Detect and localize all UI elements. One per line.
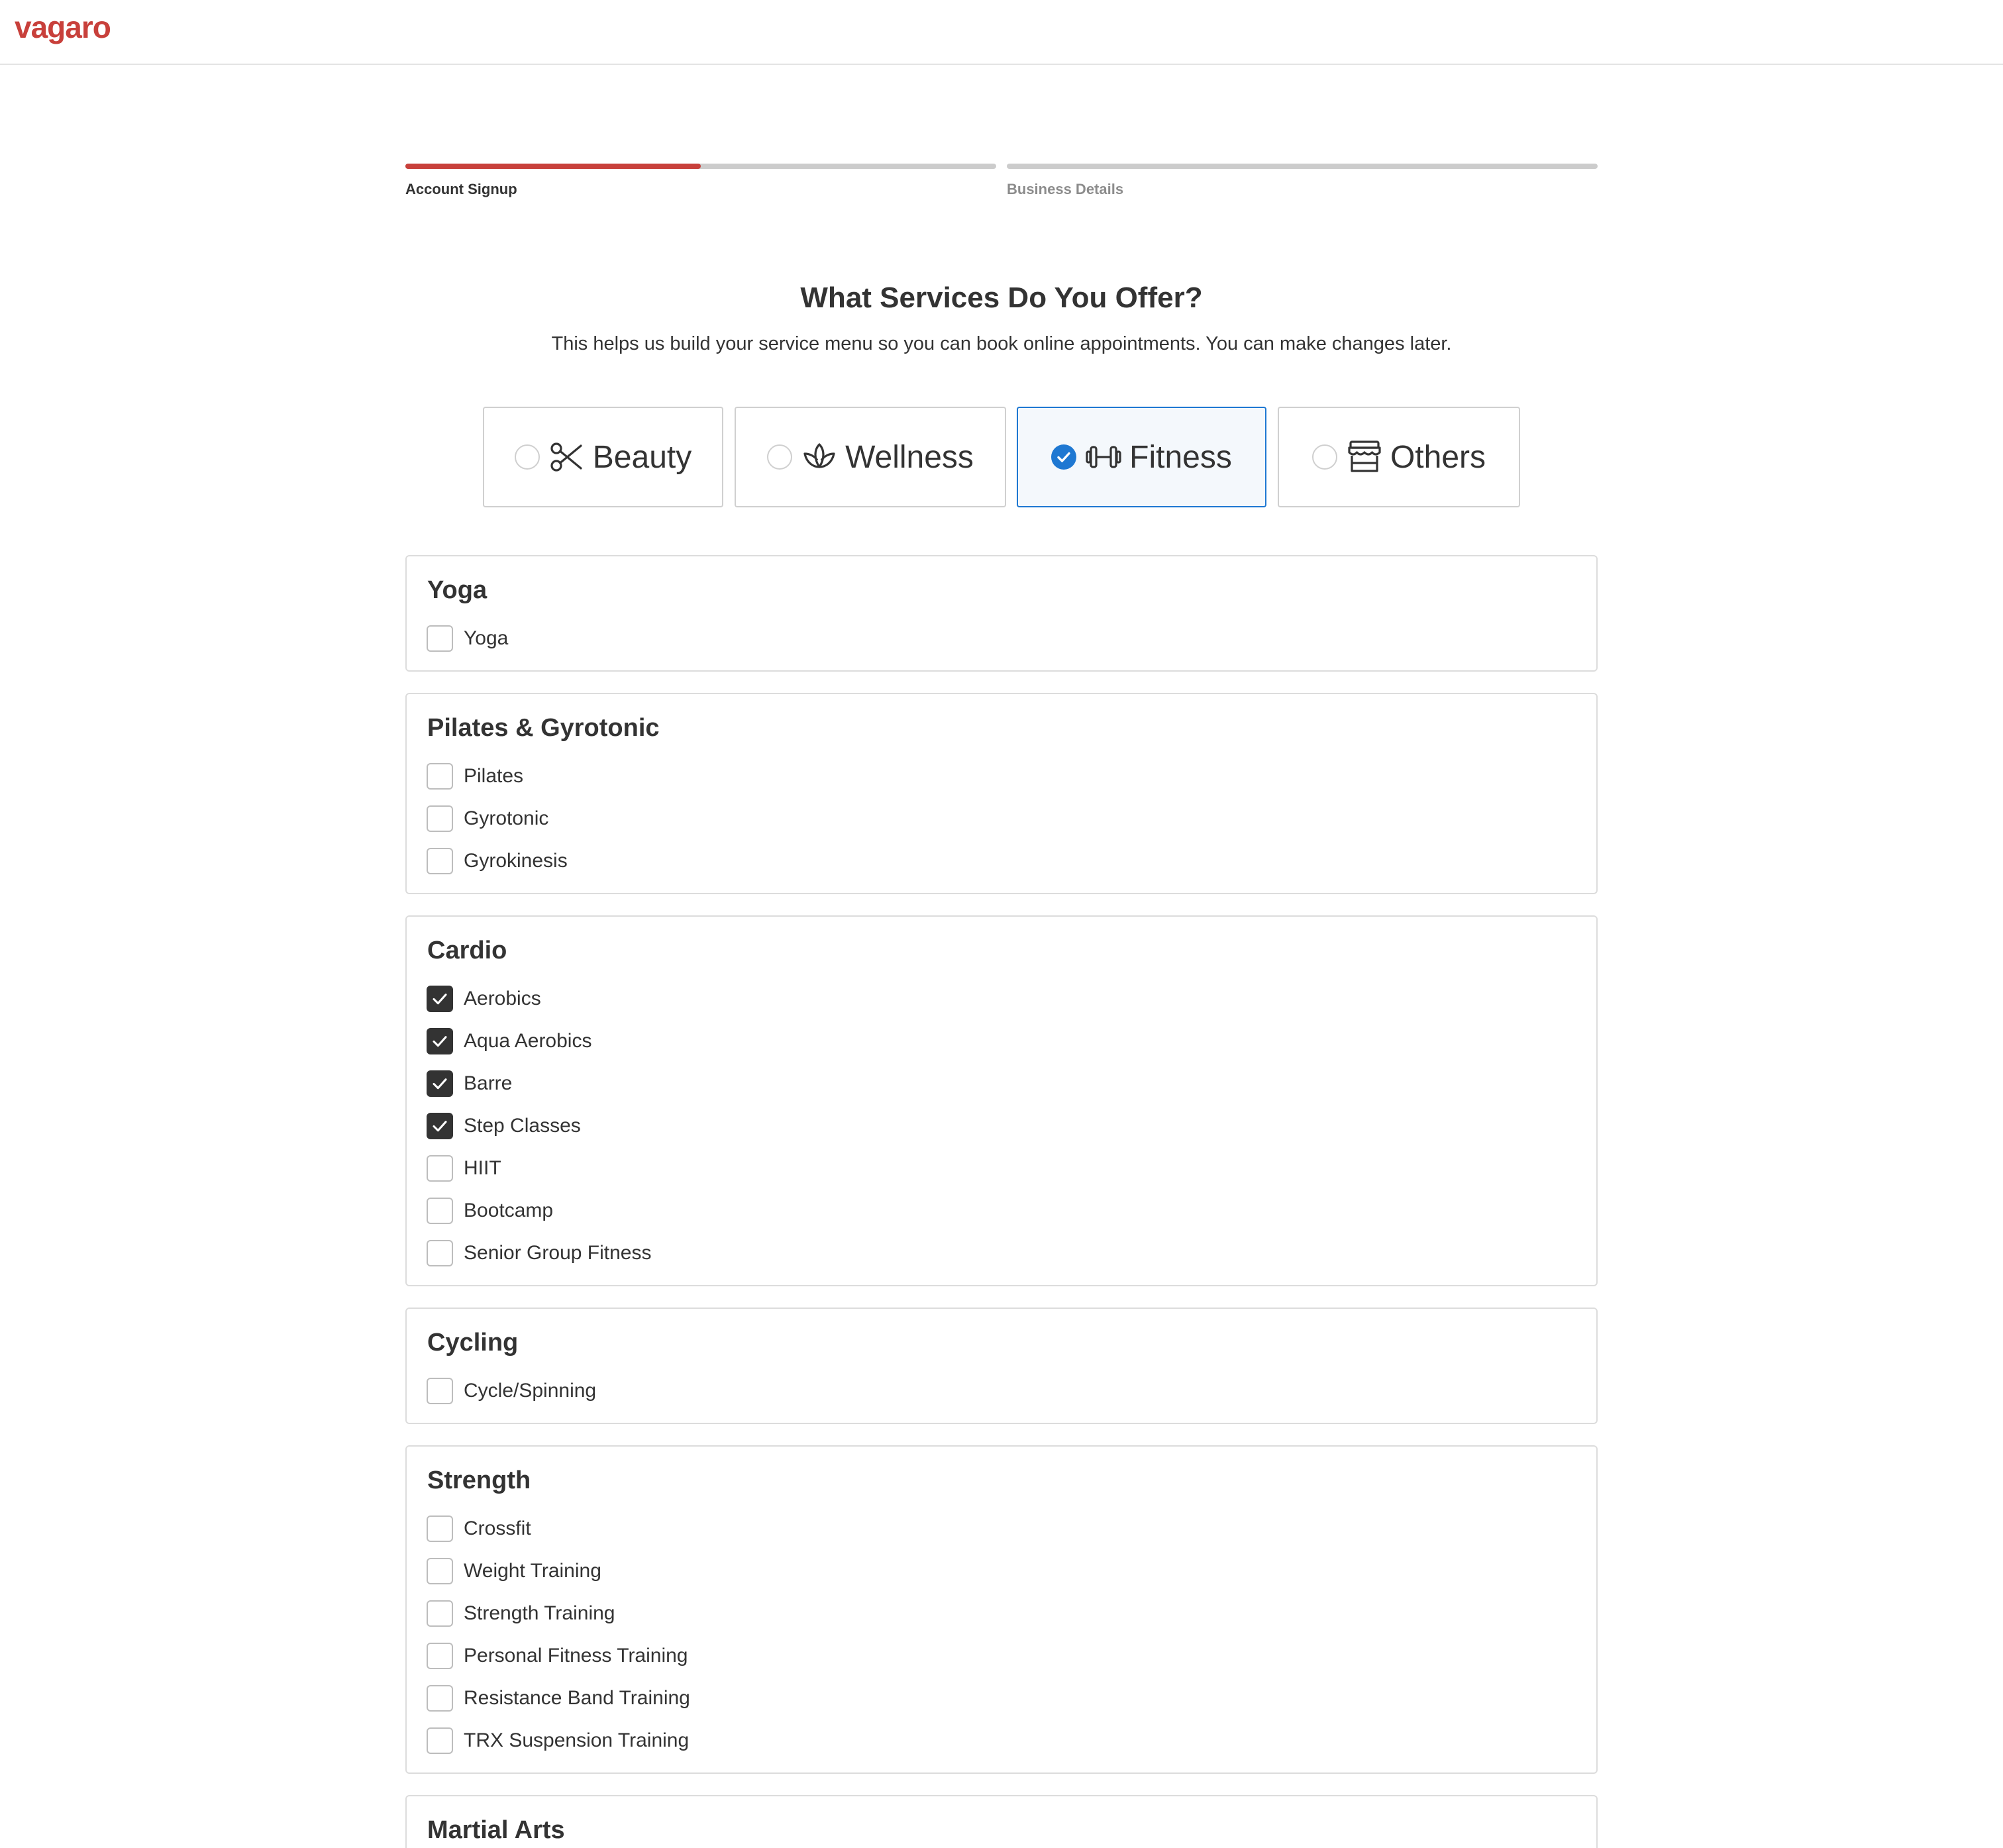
service-option[interactable]: Strength Training	[427, 1600, 615, 1627]
checkmark-icon	[433, 1078, 447, 1090]
option-label: Gyrokinesis	[464, 850, 568, 872]
progress-step-account-signup: Account Signup	[405, 164, 996, 203]
service-option[interactable]: Barre	[427, 1070, 512, 1097]
progress-fill	[405, 164, 701, 169]
vagaro-logo[interactable]: vagaro	[15, 9, 111, 45]
service-option[interactable]: Bootcamp	[427, 1198, 553, 1224]
option-label: Personal Fitness Training	[464, 1645, 688, 1667]
option-label: Aerobics	[464, 988, 541, 1009]
option-label: Resistance Band Training	[464, 1687, 690, 1709]
service-group-yoga: Yoga Yoga	[405, 555, 1598, 672]
checkbox[interactable]	[427, 1558, 453, 1584]
option-label: Yoga	[464, 627, 509, 649]
service-option[interactable]: Personal Fitness Training	[427, 1643, 688, 1669]
option-label: Aqua Aerobics	[464, 1030, 592, 1052]
checkmark-icon	[433, 1036, 447, 1047]
checkbox[interactable]	[427, 1198, 453, 1224]
top-bar: vagaro	[0, 0, 2003, 65]
option-label: Step Classes	[464, 1115, 581, 1137]
radio-button[interactable]	[1311, 444, 1337, 470]
service-option[interactable]: Yoga	[427, 625, 508, 652]
category-label: Wellness	[845, 439, 974, 475]
service-group-cardio: Cardio Aerobics Aqua Aerobics Barre Step…	[405, 915, 1598, 1286]
signup-progress: Account Signup Business Details	[405, 164, 1598, 203]
service-option[interactable]: Gyrokinesis	[427, 848, 568, 874]
checkbox[interactable]	[427, 848, 453, 874]
service-option[interactable]: Crossfit	[427, 1515, 531, 1542]
checkbox[interactable]	[427, 1378, 453, 1404]
dumbbell-icon	[1086, 439, 1121, 475]
option-label: Strength Training	[464, 1602, 615, 1624]
service-option[interactable]: Gyrotonic	[427, 805, 548, 832]
category-card-fitness[interactable]: Fitness	[1017, 407, 1266, 507]
checkbox[interactable]	[427, 1240, 453, 1266]
service-option[interactable]: Senior Group Fitness	[427, 1240, 651, 1266]
checkbox-checked[interactable]	[427, 1113, 453, 1139]
option-label: Senior Group Fitness	[464, 1242, 652, 1264]
service-option[interactable]: Aqua Aerobics	[427, 1028, 591, 1054]
page-subtitle: This helps us build your service menu so…	[551, 333, 1452, 354]
option-label: Gyrotonic	[464, 807, 549, 829]
service-option[interactable]: Step Classes	[427, 1113, 581, 1139]
checkbox-checked[interactable]	[427, 1070, 453, 1097]
progress-step-business-details: Business Details	[1007, 164, 1598, 203]
option-label: Bootcamp	[464, 1200, 554, 1221]
progress-step-label: Business Details	[1007, 181, 1124, 197]
checkbox-checked[interactable]	[427, 986, 453, 1012]
group-title: Yoga	[427, 576, 488, 604]
category-label: Beauty	[592, 439, 692, 475]
service-option[interactable]: TRX Suspension Training	[427, 1727, 689, 1754]
group-title: Martial Arts	[427, 1816, 565, 1844]
option-label: Cycle/Spinning	[464, 1380, 597, 1402]
checkbox[interactable]	[427, 763, 453, 790]
storefront-icon	[1347, 439, 1382, 475]
lotus-icon	[801, 439, 837, 475]
group-title: Strength	[427, 1466, 531, 1494]
service-group-strength: Strength Crossfit Weight Training Streng…	[405, 1445, 1598, 1774]
option-label: Crossfit	[464, 1517, 531, 1539]
service-option[interactable]: Resistance Band Training	[427, 1685, 690, 1712]
checkmark-icon	[1057, 452, 1070, 462]
checkbox[interactable]	[427, 1685, 453, 1712]
checkbox[interactable]	[427, 805, 453, 832]
service-option[interactable]: Weight Training	[427, 1558, 601, 1584]
radio-button-checked[interactable]	[1051, 444, 1077, 470]
checkbox[interactable]	[427, 1643, 453, 1669]
service-option[interactable]: HIIT	[427, 1155, 501, 1182]
progress-step-label: Account Signup	[405, 181, 517, 197]
category-card-others[interactable]: Others	[1278, 407, 1520, 507]
progress-track	[1007, 164, 1598, 169]
signup-page: vagaro Account Signup Business Details W…	[0, 0, 2003, 1848]
checkmark-icon	[433, 994, 447, 1005]
option-label: Weight Training	[464, 1560, 601, 1582]
category-card-beauty[interactable]: Beauty	[483, 407, 723, 507]
category-label: Others	[1390, 439, 1486, 475]
service-option[interactable]: Cycle/Spinning	[427, 1378, 596, 1404]
service-option[interactable]: Pilates	[427, 763, 523, 790]
category-label: Fitness	[1129, 439, 1232, 475]
checkbox[interactable]	[427, 1727, 453, 1754]
scissors-icon	[549, 439, 585, 475]
checkbox-checked[interactable]	[427, 1028, 453, 1054]
page-title: What Services Do You Offer?	[800, 282, 1203, 314]
group-title: Pilates & Gyrotonic	[427, 714, 660, 742]
service-group-cycling: Cycling Cycle/Spinning	[405, 1308, 1598, 1424]
checkbox[interactable]	[427, 1515, 453, 1542]
group-title: Cardio	[427, 937, 507, 964]
checkmark-icon	[433, 1121, 447, 1132]
checkbox[interactable]	[427, 1600, 453, 1627]
radio-button[interactable]	[767, 444, 793, 470]
service-group-martial-arts: Martial Arts	[405, 1795, 1598, 1848]
service-option[interactable]: Aerobics	[427, 986, 541, 1012]
radio-button[interactable]	[514, 444, 540, 470]
option-label: Barre	[464, 1072, 513, 1094]
group-title: Cycling	[427, 1329, 519, 1357]
service-group-pilates-gyrotonic: Pilates & Gyrotonic Pilates Gyrotonic Gy…	[405, 693, 1598, 894]
checkbox[interactable]	[427, 1155, 453, 1182]
checkbox[interactable]	[427, 625, 453, 652]
option-label: TRX Suspension Training	[464, 1729, 690, 1751]
option-label: HIIT	[464, 1157, 501, 1179]
category-card-wellness[interactable]: Wellness	[735, 407, 1006, 507]
option-label: Pilates	[464, 765, 524, 787]
